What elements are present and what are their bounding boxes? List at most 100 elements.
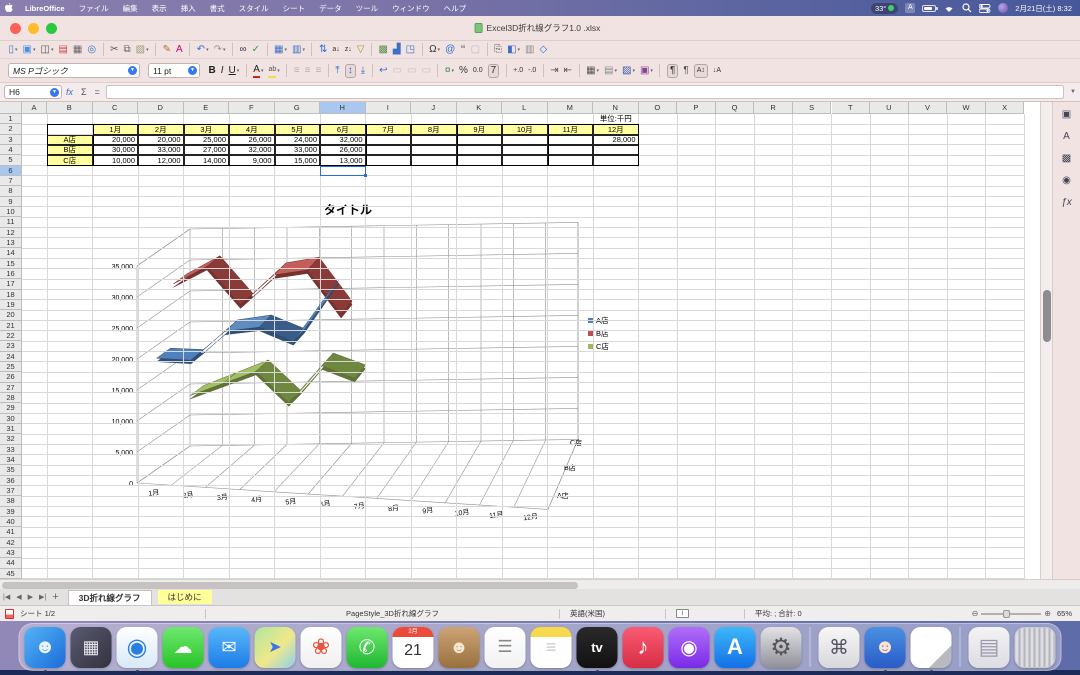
row-header-13[interactable]: 13 (0, 238, 22, 248)
column-header-G[interactable]: G (275, 102, 321, 114)
equals-icon[interactable]: = (95, 87, 100, 97)
value-cell[interactable]: 20,000 (138, 135, 184, 145)
menu-item-9[interactable]: ウィンドウ (385, 3, 437, 14)
copy-button[interactable]: ⧉ (124, 44, 131, 56)
print-range-button[interactable]: ⎘ (494, 44, 502, 56)
function-wizard-icon[interactable]: fx (66, 87, 73, 97)
maps-icon[interactable]: ➤ (255, 627, 296, 668)
expand-formula-bar-icon[interactable]: ▼ (1070, 89, 1076, 95)
spellcheck-button[interactable]: ✓ (252, 44, 260, 56)
value-cell[interactable] (548, 155, 594, 165)
row-header-26[interactable]: 26 (0, 372, 22, 382)
row-header-10[interactable]: 10 (0, 207, 22, 217)
row-header-24[interactable]: 24 (0, 352, 22, 362)
sort-descending-button[interactable]: z↓ (345, 44, 352, 56)
menu-clock[interactable]: 2月21日(土) 8:32 (1015, 3, 1072, 14)
spreadsheet-grid[interactable]: 05,00010,00015,00020,00025,00030,00035,0… (0, 102, 1040, 579)
row-header-22[interactable]: 22 (0, 331, 22, 341)
search-icon[interactable] (962, 3, 972, 13)
row-header-23[interactable]: 23 (0, 341, 22, 351)
column-header-P[interactable]: P (677, 102, 716, 114)
ltr-button[interactable]: ¶ (667, 64, 678, 78)
mail-icon[interactable]: ✉ (209, 627, 250, 668)
column-header-L[interactable]: L (502, 102, 548, 114)
column-header-F[interactable]: F (229, 102, 275, 114)
insert-image-button[interactable]: ▩ (378, 44, 387, 56)
row-header-4[interactable]: 4 (0, 145, 22, 155)
hyperlink-button[interactable]: @ (445, 44, 455, 56)
gallery-icon[interactable]: ▩ (1058, 150, 1076, 168)
sort-ascending-button[interactable]: a↓ (332, 44, 339, 56)
value-cell[interactable] (411, 155, 457, 165)
documents-stack-icon[interactable]: ▤ (969, 627, 1010, 668)
value-cell[interactable] (457, 155, 503, 165)
row-header-43[interactable]: 43 (0, 548, 22, 558)
value-cell[interactable]: 24,000 (275, 135, 321, 145)
unmerge-cells-button[interactable]: ▭ (421, 65, 430, 77)
clear-formatting-button[interactable]: A (176, 44, 183, 56)
value-cell[interactable] (411, 135, 457, 145)
photos-icon[interactable]: ❀ (301, 627, 342, 668)
sheet-tab-0[interactable]: 3D折れ線グラフ (68, 590, 152, 605)
insert-frame-button[interactable]: ◳ (406, 44, 415, 56)
horizontal-scrollbar-thumb[interactable] (2, 582, 578, 589)
store-name-cell[interactable]: C店 (47, 155, 93, 165)
value-cell[interactable] (366, 145, 412, 155)
notes-icon[interactable]: ≡ (531, 627, 572, 668)
delete-decimal-button[interactable]: -.0 (528, 65, 536, 77)
row-header-34[interactable]: 34 (0, 455, 22, 465)
new-document-button[interactable]: ▯▾ (9, 44, 18, 56)
battery-icon[interactable] (922, 5, 936, 12)
menu-item-10[interactable]: ヘルプ (437, 3, 474, 14)
value-cell[interactable] (457, 135, 503, 145)
sheet-nav-button-3[interactable]: ▶| (39, 593, 46, 601)
month-header-cell[interactable]: 10月 (502, 124, 548, 134)
value-cell[interactable] (411, 145, 457, 155)
minimize-window-button[interactable] (28, 23, 39, 34)
value-cell[interactable]: 20,000 (93, 135, 139, 145)
value-cell[interactable]: 32,000 (229, 145, 275, 155)
print-button[interactable]: ▦ (73, 44, 82, 56)
row-header-9[interactable]: 9 (0, 197, 22, 207)
row-header-7[interactable]: 7 (0, 176, 22, 186)
menu-item-0[interactable]: ファイル (72, 3, 116, 14)
align-right-button[interactable]: ≡ (315, 65, 321, 77)
store-name-cell[interactable]: A店 (47, 135, 93, 145)
column-header-R[interactable]: R (754, 102, 793, 114)
page-style[interactable]: PageStyle_3D折れ線グラフ (346, 608, 439, 619)
value-cell[interactable] (502, 155, 548, 165)
autofilter-button[interactable]: ▽ (357, 44, 365, 56)
number-format-button[interactable]: 0.0 (473, 65, 483, 77)
column-header-Q[interactable]: Q (716, 102, 755, 114)
row-header-6[interactable]: 6 (0, 166, 22, 176)
vertical-scrollbar[interactable] (1040, 102, 1052, 579)
column-header-J[interactable]: J (411, 102, 457, 114)
month-header-cell[interactable]: 3月 (184, 124, 230, 134)
zoom-in-icon[interactable]: ⊕ (1044, 609, 1051, 618)
shapes-button[interactable]: ▢ (471, 44, 480, 56)
row-header-14[interactable]: 14 (0, 248, 22, 258)
menu-item-6[interactable]: シート (276, 3, 313, 14)
sheet-nav-button-0[interactable]: |◀ (3, 593, 10, 601)
column-header-X[interactable]: X (986, 102, 1025, 114)
value-cell[interactable] (366, 135, 412, 145)
row-header-33[interactable]: 33 (0, 445, 22, 455)
row-header-37[interactable]: 37 (0, 486, 22, 496)
row-header-2[interactable]: 2 (0, 124, 22, 134)
draw-functions-button[interactable]: ◇ (539, 44, 547, 56)
properties-icon[interactable]: ▣ (1058, 106, 1076, 124)
calendar-icon[interactable]: 2月21 (393, 627, 434, 668)
column-header-U[interactable]: U (870, 102, 909, 114)
value-cell[interactable] (366, 155, 412, 165)
value-cell[interactable]: 10,000 (93, 155, 139, 165)
chart-object[interactable]: 05,00010,00015,00020,00025,00030,00035,0… (45, 188, 639, 527)
month-header-cell[interactable]: 2月 (138, 124, 184, 134)
column-header-V[interactable]: V (909, 102, 948, 114)
column-header-N[interactable]: N (593, 102, 639, 114)
zoom-percentage[interactable]: 65% (1057, 609, 1072, 618)
row-header-27[interactable]: 27 (0, 383, 22, 393)
currency-format-button[interactable]: ¤▾ (445, 65, 454, 77)
row-header-16[interactable]: 16 (0, 269, 22, 279)
functions-icon[interactable]: ƒx (1058, 194, 1076, 212)
column-header-B[interactable]: B (47, 102, 93, 114)
